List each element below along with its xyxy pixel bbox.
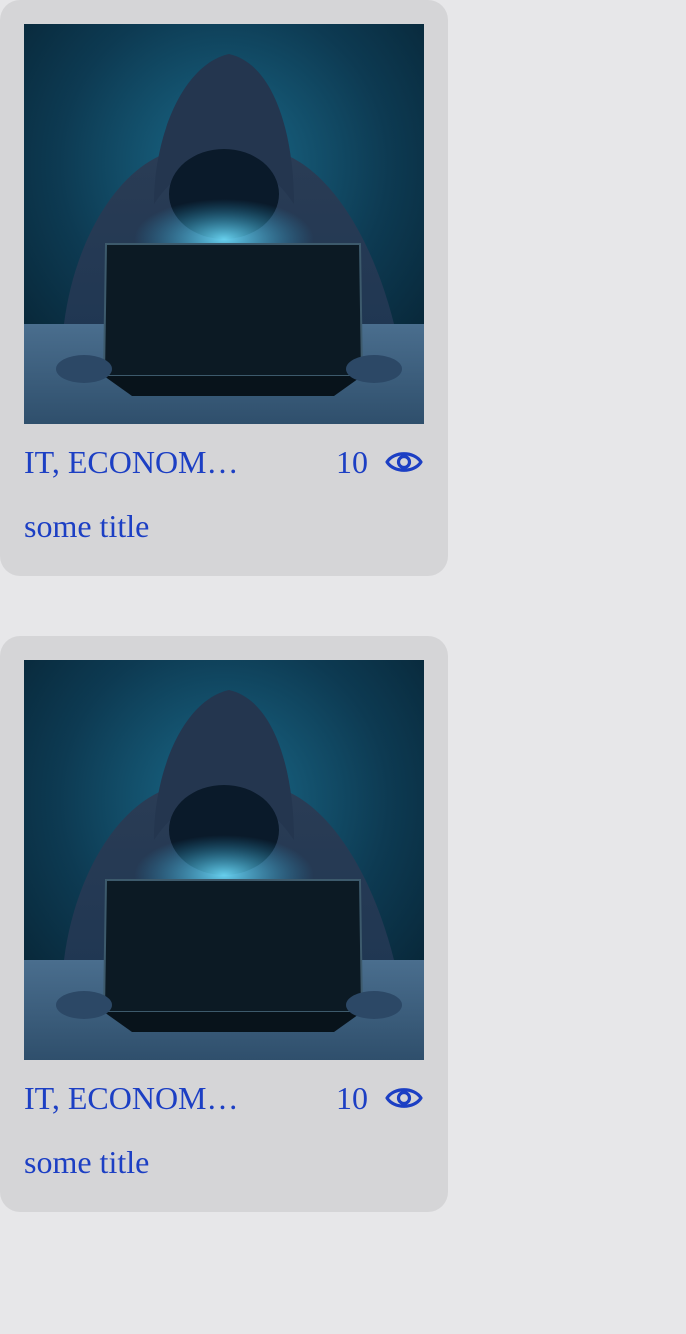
card-meta: IT, ECONOMICS 10 <box>24 444 424 480</box>
view-count: 10 <box>336 444 368 480</box>
news-card[interactable]: IT, ECONOMICS 10 some title <box>0 636 448 1212</box>
eye-icon <box>385 1088 423 1108</box>
card-image[interactable] <box>24 660 424 1060</box>
card-image[interactable] <box>24 24 424 424</box>
card-meta: IT, ECONOMICS 10 <box>24 1080 424 1116</box>
card-title[interactable]: some title <box>24 506 149 546</box>
card-category[interactable]: IT, ECONOMICS <box>24 444 240 480</box>
eye-icon <box>385 452 423 472</box>
card-category[interactable]: IT, ECONOMICS <box>24 1080 240 1116</box>
news-feed: IT, ECONOMICS 10 some title IT, ECONOMIC… <box>0 0 686 1334</box>
news-card[interactable]: IT, ECONOMICS 10 some title <box>0 0 448 576</box>
view-count: 10 <box>336 1080 368 1116</box>
card-title[interactable]: some title <box>24 1142 149 1182</box>
